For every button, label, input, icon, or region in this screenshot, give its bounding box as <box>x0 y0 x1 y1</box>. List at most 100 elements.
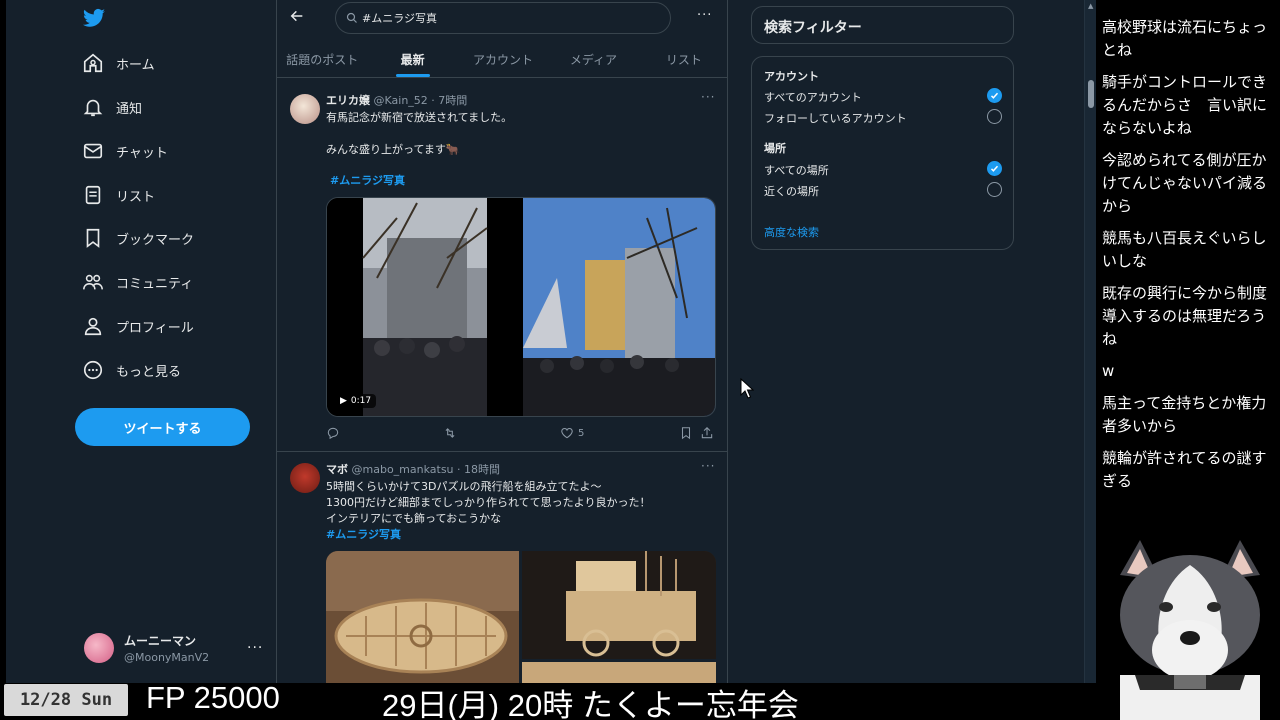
tweet-author-name[interactable]: マボ <box>326 463 348 476</box>
tab-top[interactable]: 話題のポスト <box>277 44 367 77</box>
tab-latest[interactable]: 最新 <box>367 44 457 77</box>
filter-section-place: 場所 <box>764 142 786 155</box>
video-thumbnail <box>327 198 715 416</box>
chat-message: 今認められてる側が圧かけてんじゃないパイ減るから <box>1102 151 1268 215</box>
nav-item-notifications[interactable]: 通知 <box>82 93 142 121</box>
radio-selected[interactable] <box>987 161 1002 176</box>
search-filter-title: 検索フィルター <box>751 6 1014 44</box>
nav-item-lists[interactable]: リスト <box>82 181 155 209</box>
nav-item-chat[interactable]: チャット <box>82 137 168 165</box>
filter-option-label: すべてのアカウント <box>764 91 862 104</box>
home-icon <box>83 53 103 73</box>
video-duration: 0:17 <box>350 396 372 406</box>
filter-option-all-accounts[interactable]: すべてのアカウント <box>764 88 1002 105</box>
like-count: 5 <box>578 427 585 439</box>
share-button[interactable] <box>700 426 714 440</box>
chat-message: 既存の興行に今から制度導入するのは無理だろうね <box>1102 284 1268 348</box>
tweet-author-handle[interactable]: @mabo_mankatsu · 18時間 <box>352 463 501 476</box>
bell-icon <box>83 99 103 117</box>
like-button[interactable]: 5 <box>560 426 584 440</box>
ticker-fp: FP 25000 <box>146 680 280 715</box>
chat-message: 馬主って金持ちとか権力者多いから <box>1102 394 1267 435</box>
scrollbar-thumb[interactable] <box>1088 80 1094 108</box>
radio-unselected[interactable] <box>987 109 1002 124</box>
tweet-text-line: 5時間くらいかけて3Dパズルの飛行船を組み立てたよ〜 <box>326 480 602 493</box>
timeline-column: #ムニラジ写真 ··· 話題のポスト 最新 アカウント メディア リスト エリカ… <box>276 0 728 683</box>
check-icon <box>990 92 999 99</box>
nav-item-profile[interactable]: プロフィール <box>82 312 194 340</box>
tweet-hashtag[interactable]: #ムニラジ写真 <box>326 527 401 543</box>
search-filter-panel: アカウント すべてのアカウント フォローしているアカウント 場所 すべての場所 … <box>751 56 1014 250</box>
window-scrollbar[interactable]: ▲ <box>1084 0 1096 683</box>
filter-option-nearby[interactable]: 近くの場所 <box>764 182 1002 199</box>
nav-label-home: ホーム <box>116 57 155 73</box>
tab-accounts[interactable]: アカウント <box>458 44 548 77</box>
avatar[interactable] <box>290 463 320 493</box>
reply-button[interactable] <box>326 426 340 440</box>
sidebar-nav: ホーム 通知 チャット リスト ブックマーク コミュニティ プロフィール もっと… <box>6 0 276 683</box>
avatar <box>84 633 114 663</box>
filter-option-all-places[interactable]: すべての場所 <box>764 161 1002 178</box>
nav-label-bookmarks: ブックマーク <box>116 232 195 248</box>
account-more-icon[interactable]: ··· <box>247 640 263 656</box>
person-icon <box>84 317 102 336</box>
check-icon <box>990 165 999 172</box>
tweet-text-line: インテリアにでも飾っておこうかな <box>326 512 502 525</box>
tweet[interactable]: マボ @mabo_mankatsu · 18時間 ··· 5時間くらいかけて3D… <box>277 453 727 683</box>
tweet-video[interactable]: ▶ 0:17 <box>326 197 716 417</box>
advanced-search-link[interactable]: 高度な検索 <box>764 224 819 240</box>
search-query: #ムニラジ写真 <box>362 12 437 25</box>
bookmark-button[interactable] <box>679 426 693 440</box>
bookmark-icon <box>86 228 100 248</box>
back-arrow-icon[interactable] <box>289 8 305 24</box>
chat-message: 競輪が許されてるの謎すぎる <box>1102 449 1267 490</box>
nav-item-home[interactable]: ホーム <box>82 49 155 77</box>
tweet-text-line: みんな盛り上がってます🐂 <box>326 143 460 156</box>
account-name: ムーニーマン <box>124 634 197 648</box>
retweet-button[interactable] <box>443 426 457 440</box>
chat-overlay: 高校野球は流石にちょっとね 騎手がコントロールできるんだからさ 言い訳にならない… <box>1100 0 1280 540</box>
tab-media[interactable]: メディア <box>548 44 638 77</box>
avatar[interactable] <box>290 94 320 124</box>
tweet[interactable]: エリカ嬢 @Kain_52 · 7時間 ··· 有馬記念が新宿で放送されてました… <box>277 84 727 452</box>
radio-selected[interactable] <box>987 88 1002 103</box>
photo-grid <box>326 551 716 683</box>
tweet-more-icon[interactable]: ··· <box>701 90 715 104</box>
filter-option-followed-accounts[interactable]: フォローしているアカウント <box>764 109 1002 126</box>
share-icon <box>701 427 713 439</box>
list-icon <box>85 185 101 205</box>
twitter-window: ホーム 通知 チャット リスト ブックマーク コミュニティ プロフィール もっと… <box>6 0 1096 683</box>
search-tabs: 話題のポスト 最新 アカウント メディア リスト <box>277 44 727 78</box>
tweet-author-handle[interactable]: @Kain_52 · 7時間 <box>374 94 468 107</box>
tweet-more-icon[interactable]: ··· <box>701 459 715 473</box>
husky-avatar-image <box>1100 535 1280 720</box>
tweet-hashtag[interactable]: #ムニラジ写真 <box>330 173 405 189</box>
more-circle-icon <box>83 360 103 380</box>
account-switcher[interactable]: ムーニーマン @MoonyManV2 <box>84 632 209 664</box>
reply-icon <box>327 427 339 440</box>
play-icon: ▶ <box>340 396 347 406</box>
heart-icon <box>561 428 573 439</box>
search-input[interactable]: #ムニラジ写真 <box>335 2 671 34</box>
nav-label-notifications: 通知 <box>116 101 143 117</box>
search-more-icon[interactable]: ··· <box>697 8 712 23</box>
account-handle: @MoonyManV2 <box>124 651 210 664</box>
radio-unselected[interactable] <box>987 182 1002 197</box>
nav-item-communities[interactable]: コミュニティ <box>82 268 193 296</box>
filter-option-label: 近くの場所 <box>764 185 819 198</box>
bookmark-icon <box>681 427 691 440</box>
date-badge: 12/28 Sun <box>4 684 128 716</box>
scroll-up-icon[interactable]: ▲ <box>1088 2 1093 10</box>
twitter-bird-icon[interactable] <box>82 6 106 30</box>
tweet-actions: 5 <box>326 426 716 444</box>
tweet-button[interactable]: ツイートする <box>75 408 250 446</box>
ticker-event: 29日(月) 20時 たくよー忘年会 <box>382 688 799 720</box>
tweet-photos[interactable] <box>326 551 716 683</box>
nav-item-bookmarks[interactable]: ブックマーク <box>82 224 194 252</box>
nav-item-more[interactable]: もっと見る <box>82 356 181 384</box>
tweet-text-line: 1300円だけど細部までしっかり作られてて思ったより良かった！ <box>326 496 651 509</box>
tweet-author-name[interactable]: エリカ嬢 <box>326 94 370 107</box>
tweet-text-line: 有馬記念が新宿で放送されてました。 <box>326 111 513 124</box>
tab-lists[interactable]: リスト <box>639 44 727 77</box>
tweet-header: エリカ嬢 @Kain_52 · 7時間 <box>326 92 467 108</box>
